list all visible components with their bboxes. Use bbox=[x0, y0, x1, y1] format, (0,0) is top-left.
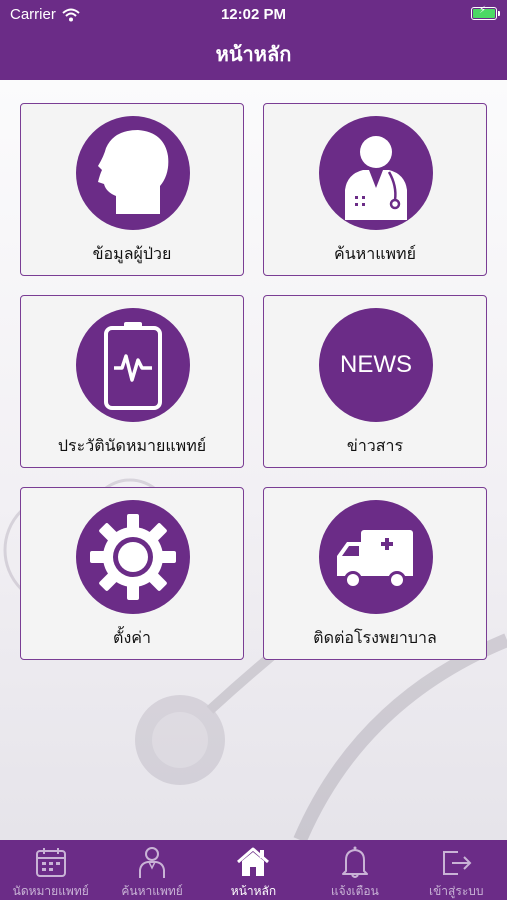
tile-label: ตั้งค่า bbox=[113, 628, 151, 647]
tab-appointments[interactable]: นัดหมายแพทย์ bbox=[0, 840, 101, 900]
tile-label: ประวัตินัดหมายแพทย์ bbox=[57, 436, 207, 455]
home-icon bbox=[237, 847, 270, 876]
doctor-icon bbox=[319, 116, 433, 230]
doctor-icon bbox=[139, 847, 166, 878]
tab-home[interactable]: หน้าหลัก bbox=[203, 840, 304, 900]
tab-label: นัดหมายแพทย์ bbox=[12, 884, 89, 898]
home-content: ข้อมูลผู้ป่วย ค้นหาแพทย์ ประวัตินัดหมายแ… bbox=[0, 80, 507, 840]
calendar-icon bbox=[35, 848, 66, 877]
patient-head-icon bbox=[76, 116, 190, 230]
tab-find-doctor[interactable]: ค้นหาแพทย์ bbox=[101, 840, 202, 900]
tab-label: หน้าหลัก bbox=[230, 884, 277, 898]
tile-contact-hospital[interactable]: ติดต่อโรงพยาบาล bbox=[263, 487, 487, 660]
login-icon bbox=[443, 851, 472, 875]
ambulance-icon bbox=[319, 500, 433, 614]
tab-label: ค้นหาแพทย์ bbox=[121, 884, 183, 898]
page-title: หน้าหลัก bbox=[215, 42, 292, 66]
tile-find-doctor[interactable]: ค้นหาแพทย์ bbox=[263, 103, 487, 276]
news-icon: NEWS bbox=[319, 308, 433, 422]
app-header: Carrier 12:02 PM หน้าหลัก bbox=[0, 0, 507, 80]
tab-label: เข้าสู่ระบบ bbox=[429, 884, 484, 898]
monitor-history-icon bbox=[76, 308, 190, 422]
tile-appointment-history[interactable]: ประวัตินัดหมายแพทย์ bbox=[20, 295, 244, 468]
tile-settings[interactable]: ตั้งค่า bbox=[20, 487, 244, 660]
tile-label: ข่าวสาร bbox=[346, 436, 404, 455]
tab-notifications[interactable]: แจ้งเตือน bbox=[304, 840, 405, 900]
bell-icon bbox=[341, 846, 368, 878]
tile-patient-info[interactable]: ข้อมูลผู้ป่วย bbox=[20, 103, 244, 276]
tab-label: แจ้งเตือน bbox=[330, 884, 379, 898]
tab-login[interactable]: เข้าสู่ระบบ bbox=[406, 840, 507, 900]
battery-charging-icon bbox=[471, 5, 500, 20]
news-icon-text: NEWS bbox=[340, 351, 412, 378]
tile-label: ติดต่อโรงพยาบาล bbox=[313, 628, 437, 647]
gear-icon bbox=[76, 500, 190, 614]
bottom-tab-bar: นัดหมายแพทย์ ค้นหาแพทย์ หน้าหลัก แจ้งเตื… bbox=[0, 840, 507, 900]
tile-news[interactable]: NEWS ข่าวสาร bbox=[263, 295, 487, 468]
status-bar: Carrier 12:02 PM bbox=[0, 0, 507, 30]
clock: 12:02 PM bbox=[220, 6, 287, 23]
tile-label: ค้นหาแพทย์ bbox=[334, 244, 416, 263]
tile-label: ข้อมูลผู้ป่วย bbox=[92, 244, 172, 263]
